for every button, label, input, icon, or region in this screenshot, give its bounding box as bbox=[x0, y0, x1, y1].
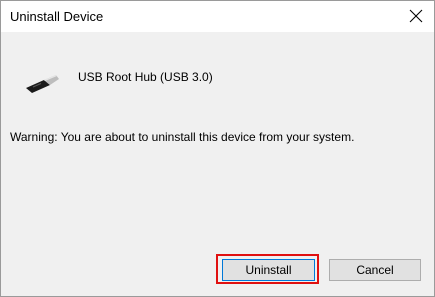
dialog-title: Uninstall Device bbox=[10, 9, 104, 24]
warning-message: Warning: You are about to uninstall this… bbox=[10, 130, 355, 144]
close-icon bbox=[409, 9, 423, 23]
device-name: USB Root Hub (USB 3.0) bbox=[78, 70, 213, 84]
uninstall-device-dialog: Uninstall Device USB Root Hub (USB 3.0) … bbox=[0, 0, 435, 297]
usb-plug-icon bbox=[26, 75, 59, 93]
uninstall-button[interactable]: Uninstall bbox=[222, 259, 315, 281]
close-button[interactable] bbox=[402, 3, 430, 29]
title-bar: Uninstall Device bbox=[1, 1, 434, 32]
cancel-button[interactable]: Cancel bbox=[329, 259, 421, 281]
dialog-content: USB Root Hub (USB 3.0) Warning: You are … bbox=[1, 32, 434, 296]
